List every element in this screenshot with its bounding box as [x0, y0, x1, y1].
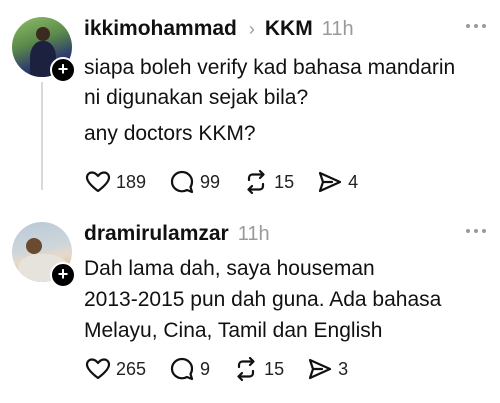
more-icon[interactable] [466, 24, 486, 28]
post-text-line: Melayu, Cina, Tamil dan English [84, 319, 383, 342]
username[interactable]: ikkimohammad [84, 17, 237, 41]
follow-plus-icon[interactable]: + [50, 262, 76, 288]
comment-icon [170, 357, 194, 381]
repost-count: 15 [264, 358, 285, 379]
like-count: 265 [116, 358, 147, 379]
share-button[interactable]: 4 [316, 168, 358, 196]
repost-count: 15 [274, 171, 295, 192]
action-bar: 265 9 15 3 [84, 355, 370, 383]
post-text-line: Dah lama dah, saya houseman [84, 257, 375, 280]
avatar-figure-head [26, 238, 42, 254]
follow-plus-icon[interactable]: + [50, 57, 76, 83]
reply-button[interactable]: 9 [168, 355, 210, 383]
like-button[interactable]: 265 [84, 355, 146, 383]
repost-button[interactable]: 15 [232, 355, 284, 383]
post-header: dramirulamzar 11h [84, 219, 270, 249]
username[interactable]: dramirulamzar [84, 222, 229, 246]
share-count: 4 [348, 171, 359, 192]
breadcrumb-chevron-icon: › [248, 18, 255, 39]
post-text-line: 2013-2015 pun dah guna. Ada bahasa [84, 288, 442, 311]
post-text-line: any doctors KKM? [84, 122, 256, 145]
post-text-line: siapa boleh verify kad bahasa mandarin [84, 56, 456, 79]
thread-post: + ikkimohammad › KKM 11h siapa boleh ver… [0, 0, 500, 205]
timestamp: 11h [237, 222, 270, 245]
comment-icon [170, 170, 194, 194]
send-icon [319, 171, 342, 193]
share-count: 3 [338, 358, 349, 379]
reply-count: 9 [200, 358, 211, 379]
thread-connector-line [41, 82, 43, 190]
like-button[interactable]: 189 [84, 168, 146, 196]
avatar-wrapper: + [12, 17, 76, 83]
repost-icon [237, 356, 255, 382]
repost-icon [247, 169, 265, 195]
post-header: ikkimohammad › KKM 11h [84, 14, 354, 44]
more-icon[interactable] [466, 229, 486, 233]
community-name[interactable]: KKM [265, 17, 313, 41]
like-count: 189 [116, 171, 147, 192]
share-button[interactable]: 3 [306, 355, 348, 383]
reply-count: 99 [200, 171, 221, 192]
avatar-wrapper: + [12, 222, 76, 288]
post-text-line: ni digunakan sejak bila? [84, 86, 309, 109]
heart-icon [85, 171, 111, 193]
timestamp: 11h [321, 17, 354, 40]
heart-icon [85, 358, 111, 380]
send-icon [308, 358, 332, 380]
reply-button[interactable]: 99 [168, 168, 220, 196]
repost-button[interactable]: 15 [242, 168, 294, 196]
thread-post: + dramirulamzar 11h Dah lama dah, saya h… [0, 205, 500, 403]
action-bar: 189 99 15 4 [84, 168, 380, 196]
avatar-figure-head [36, 27, 50, 41]
